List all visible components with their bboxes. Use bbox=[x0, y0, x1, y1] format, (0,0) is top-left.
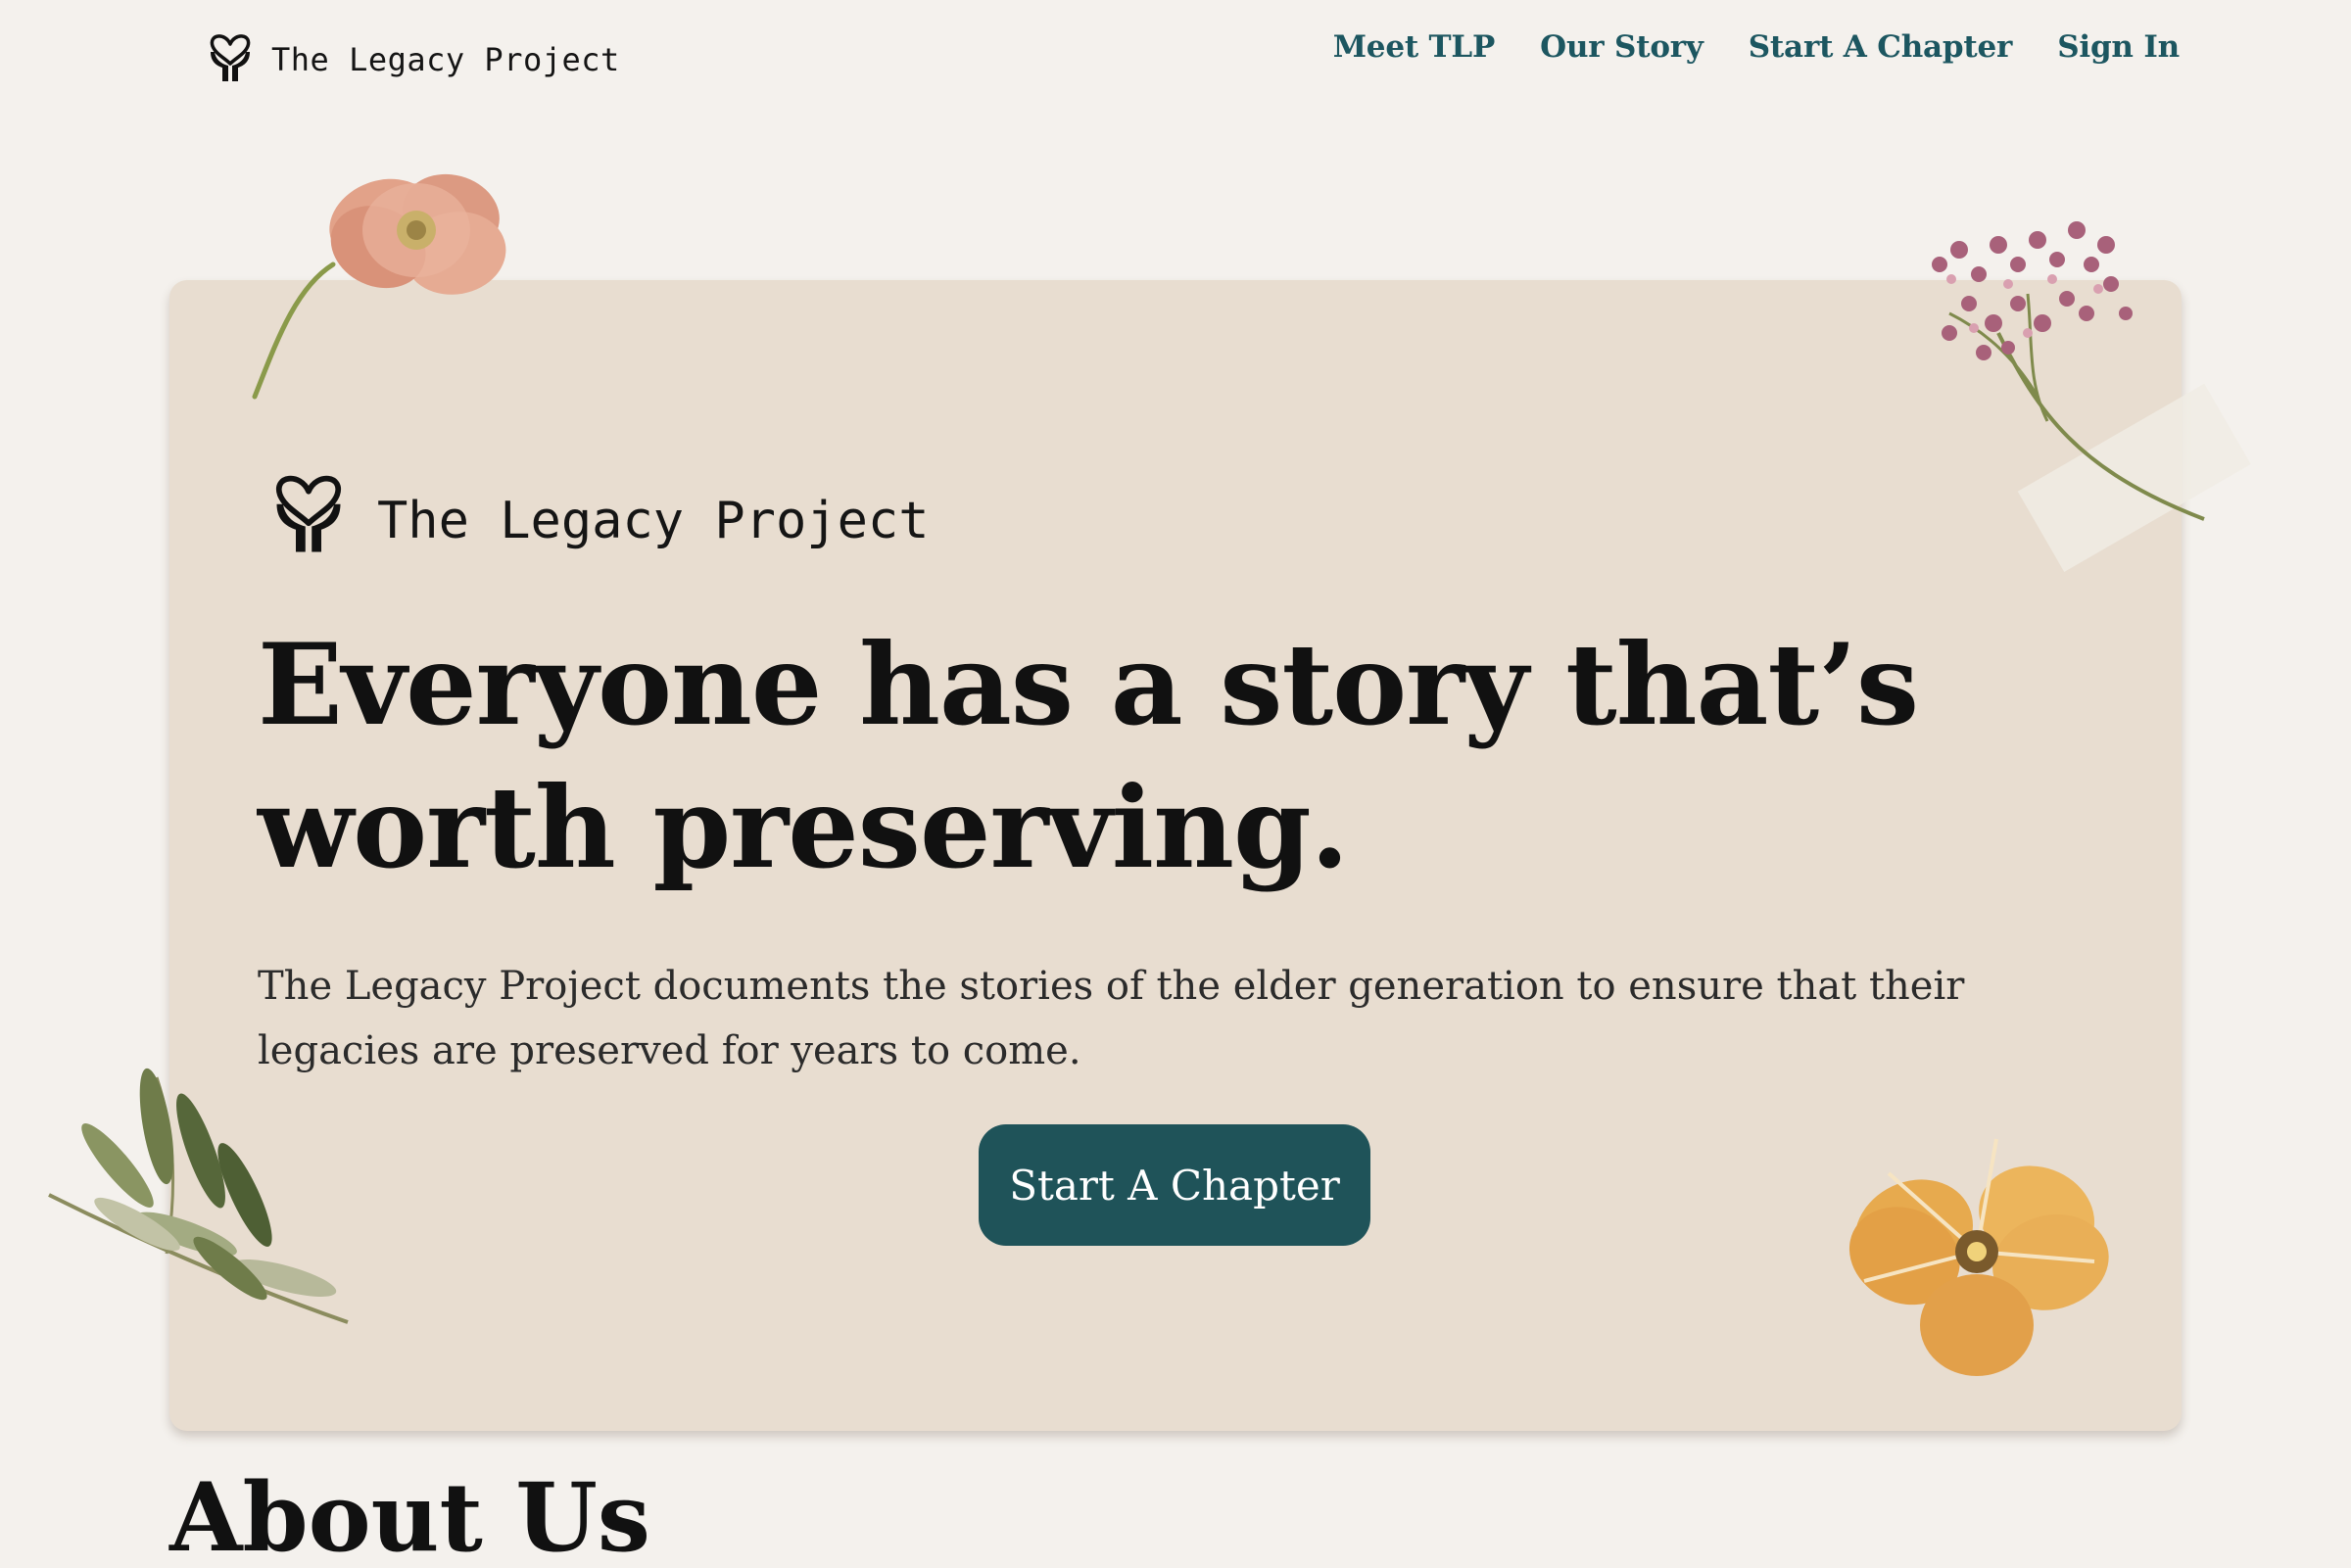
hero-description: The Legacy Project documents the stories… bbox=[258, 964, 1965, 1073]
pressed-poppy-icon bbox=[252, 173, 506, 400]
about-us-heading: About Us bbox=[169, 1462, 650, 1568]
nav-link-sign-in[interactable]: Sign In bbox=[2057, 29, 2180, 65]
pressed-pansy-icon bbox=[1848, 1138, 2109, 1376]
nav-link-start-a-chapter[interactable]: Start A Chapter bbox=[1749, 29, 2013, 65]
nav-link-meet-tlp[interactable]: Meet TLP bbox=[1333, 29, 1496, 65]
top-navigation-bar: The Legacy Project Meet TLP Our Story St… bbox=[0, 0, 2351, 118]
heart-hands-icon bbox=[258, 456, 360, 558]
hero-logo: The Legacy Project bbox=[258, 456, 930, 558]
nav-link-our-story[interactable]: Our Story bbox=[1540, 29, 1703, 65]
brand-wordmark: The Legacy Project bbox=[271, 41, 620, 78]
hero-wordmark: The Legacy Project bbox=[377, 492, 930, 550]
heart-hands-icon bbox=[199, 23, 262, 85]
main-nav: Meet TLP Our Story Start A Chapter Sign … bbox=[1333, 29, 2181, 65]
hero-headline: Everyone has a story that’s worth preser… bbox=[258, 619, 1919, 893]
olive-sprig-icon bbox=[48, 1068, 349, 1324]
brand-home-link[interactable]: The Legacy Project bbox=[199, 20, 620, 88]
landing-page: The Legacy Project Meet TLP Our Story St… bbox=[0, 0, 2351, 1568]
pressed-flower-cluster-icon bbox=[1932, 221, 2251, 572]
start-a-chapter-button[interactable]: Start A Chapter bbox=[979, 1124, 1370, 1246]
